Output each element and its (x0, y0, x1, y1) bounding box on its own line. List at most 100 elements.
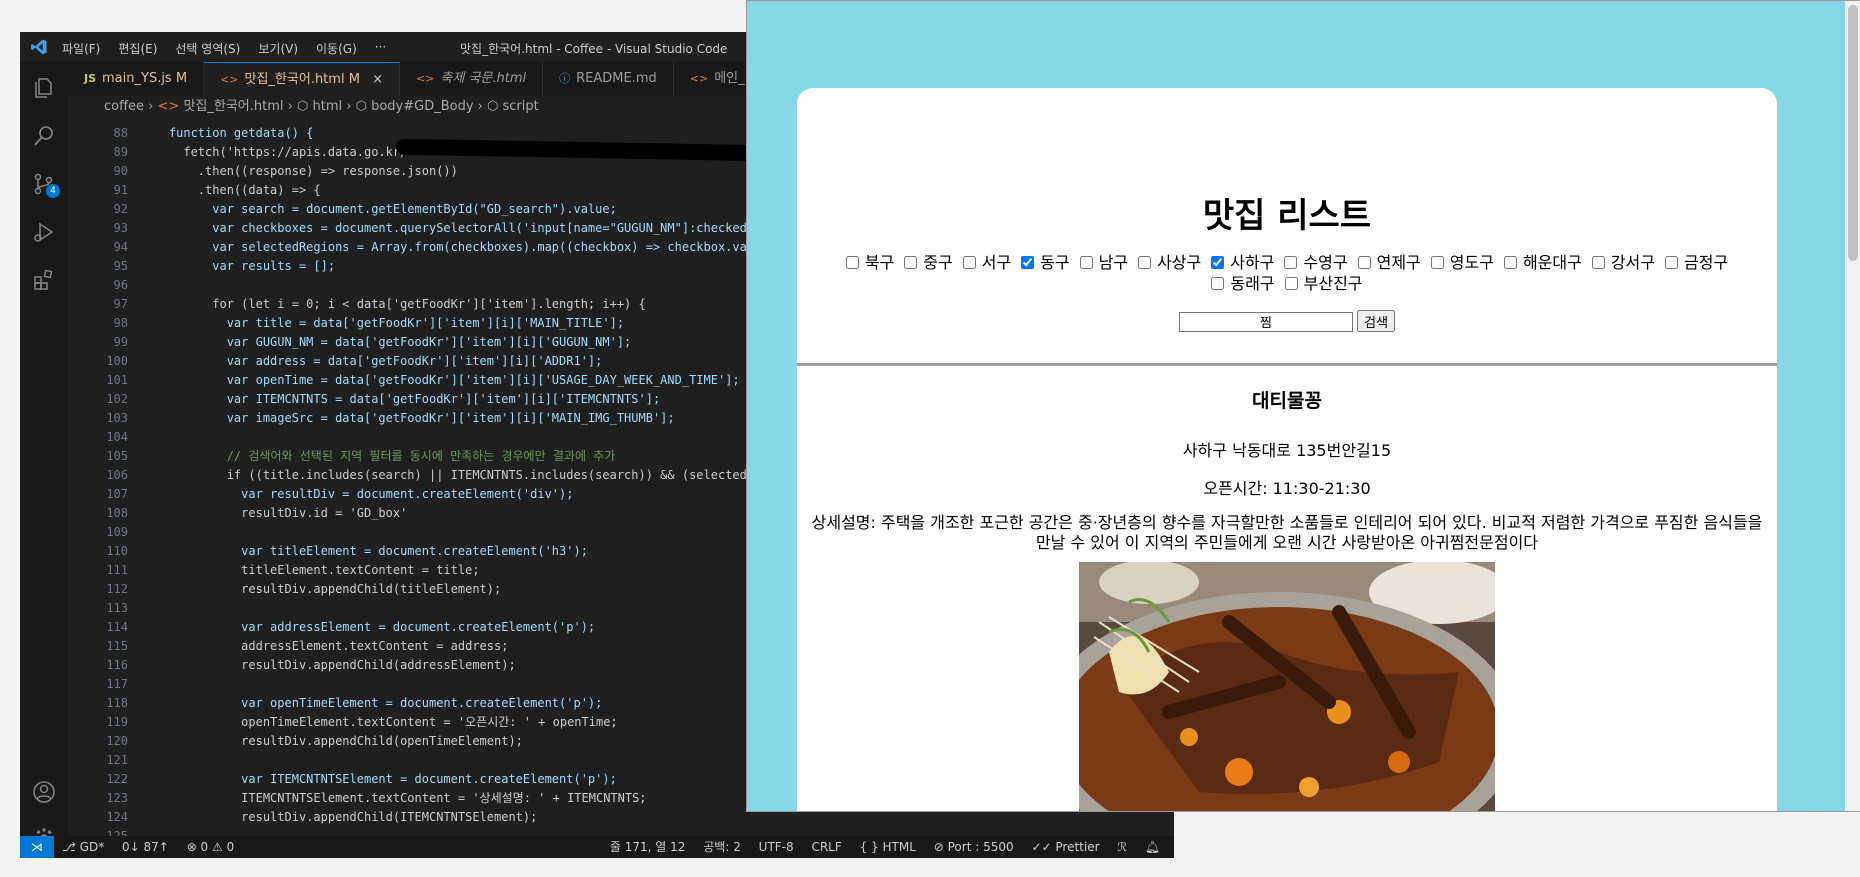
cursor-position[interactable]: 줄 171, 열 12 (610, 840, 686, 854)
region-checkbox-item[interactable]: 영도구 (1430, 252, 1494, 273)
region-checkbox[interactable] (1284, 256, 1298, 269)
region-checkbox[interactable] (1665, 256, 1678, 269)
region-checkbox-item[interactable]: 중구 (904, 252, 953, 273)
breadcrumb-item[interactable]: 맛집_한국어.html (183, 99, 283, 114)
tab-readme[interactable]: ⓘ README.md (543, 62, 674, 96)
region-checkbox[interactable] (1430, 256, 1444, 269)
search-input[interactable] (1178, 311, 1353, 332)
menu-file[interactable]: 파일(F) (62, 40, 100, 57)
end-of-line[interactable]: CRLF (811, 840, 841, 854)
region-label: 영도구 (1449, 253, 1494, 272)
branch-indicator[interactable]: ⎇ GD* (62, 840, 104, 854)
region-checkbox[interactable] (904, 256, 918, 269)
region-checkbox-item[interactable]: 서구 (962, 252, 1011, 273)
region-checkbox[interactable] (1284, 277, 1298, 290)
menu-selection[interactable]: 선택 영역(S) (175, 40, 240, 57)
remote-indicator-icon[interactable]: ⋊ (20, 836, 54, 858)
close-icon[interactable]: × (372, 72, 383, 87)
region-checkbox[interactable] (1357, 256, 1371, 269)
region-checkbox[interactable] (845, 256, 859, 269)
region-label: 수영구 (1303, 253, 1348, 272)
extensions-icon[interactable] (32, 268, 56, 292)
code-text: var title = data['getFoodKr']['item'][i]… (140, 316, 625, 330)
code-text: var search = document.getElementById("GD… (140, 202, 617, 216)
search-icon[interactable] (32, 124, 56, 148)
menu-view[interactable]: 보기(V) (258, 40, 298, 57)
sync-indicator[interactable]: 0↓ 87↑ (122, 840, 169, 854)
tab-label: 메인_ (714, 71, 745, 86)
restaurant-title: 대티물꽁 (1252, 390, 1322, 412)
tab-label: 맛집_한국어.html (244, 72, 345, 87)
indentation[interactable]: 공백: 2 (703, 840, 741, 854)
region-label: 동래구 (1230, 274, 1275, 293)
language-mode[interactable]: { } HTML (860, 840, 916, 854)
source-control-icon[interactable]: 4 (32, 172, 60, 198)
language-label: HTML (882, 840, 916, 854)
tab-main-ys-js[interactable]: JS main_YS.js M (68, 62, 205, 96)
region-checkbox-item[interactable]: 동래구 (1211, 273, 1275, 294)
notifications-bell-icon[interactable]: 🔔︎ (1145, 840, 1160, 854)
content-card: 맛집 리스트 북구 중구 서구 동구 남구 사상구 사하구 수영구 연제구 영도구 해운대구 강서구 금… (797, 88, 1777, 811)
browser-window: 맛집 리스트 북구 중구 서구 동구 남구 사상구 사하구 수영구 연제구 영도구 해운대구 강서구 금… (746, 0, 1860, 812)
code-text: var addressElement = document.createElem… (140, 620, 596, 634)
region-checkbox[interactable] (1591, 256, 1605, 269)
prettier-status[interactable]: ✓✓ Prettier (1031, 840, 1099, 854)
tab-matjip-html[interactable]: <> 맛집_한국어.html M × (204, 62, 400, 97)
region-checkbox-item[interactable]: 해운대구 (1503, 252, 1582, 273)
region-checkbox[interactable] (1211, 277, 1225, 290)
code-text: var results = []; (140, 259, 336, 273)
search-row: 검색 (797, 310, 1777, 332)
modified-indicator: M (348, 72, 360, 87)
code-text: // 검색어와 선택된 지역 필터를 동시에 만족하는 경우에만 결과에 추가 (140, 449, 616, 463)
region-checkbox[interactable] (1079, 256, 1093, 269)
code-text: var ITEMCNTNTSElement = document.createE… (140, 772, 617, 786)
tab-festival-html[interactable]: <> 축제 국문.html (400, 62, 544, 96)
restaurant-image (1079, 562, 1495, 811)
menu-edit[interactable]: 편집(E) (118, 40, 157, 57)
code-text: resultDiv.appendChild(addressElement); (140, 658, 516, 672)
region-checkbox-item[interactable]: 사하구 (1211, 252, 1274, 273)
region-checkbox[interactable] (1138, 256, 1152, 269)
region-label: 북구 (864, 253, 895, 272)
search-button[interactable]: 검색 (1357, 310, 1396, 332)
line-number: 99 (113, 335, 128, 349)
region-checkbox-item[interactable]: 부산진구 (1284, 273, 1363, 294)
region-checkbox-item[interactable]: 금정구 (1665, 252, 1728, 273)
region-checkbox-item[interactable]: 동구 (1021, 252, 1070, 273)
region-checkbox-item[interactable]: 북구 (845, 252, 895, 273)
region-checkbox[interactable] (1211, 256, 1225, 269)
breadcrumb-item[interactable]: script (503, 99, 539, 114)
region-checkbox-item[interactable]: 강서구 (1591, 252, 1655, 273)
region-checkbox-item[interactable]: 사상구 (1138, 252, 1201, 273)
menu-go[interactable]: 이동(G) (316, 40, 357, 57)
menu-more[interactable]: ··· (375, 40, 386, 57)
run-debug-icon[interactable] (32, 220, 56, 244)
encoding[interactable]: UTF-8 (759, 840, 794, 854)
line-number: 113 (106, 601, 128, 615)
line-number: 123 (106, 791, 128, 805)
breadcrumb-item[interactable]: html (312, 99, 342, 114)
breadcrumb-item[interactable]: coffee (104, 99, 144, 114)
region-checkbox[interactable] (1503, 256, 1517, 269)
line-number: 101 (106, 373, 128, 387)
scrollbar-thumb[interactable] (1848, 5, 1858, 261)
region-checkbox-item[interactable]: 수영구 (1284, 252, 1348, 273)
code-text: openTimeElement.textContent = '오픈시간: ' +… (140, 715, 618, 729)
explorer-icon[interactable] (32, 76, 56, 100)
live-server-port[interactable]: ⊘ Port : 5500 (934, 840, 1014, 854)
page-scrollbar[interactable] (1845, 1, 1860, 811)
line-number: 120 (106, 734, 128, 748)
region-checkbox[interactable] (962, 256, 976, 269)
region-checkbox-item[interactable]: 남구 (1079, 252, 1128, 273)
breadcrumb-item[interactable]: body#GD_Body (371, 99, 473, 114)
region-checkbox-item[interactable]: 연제구 (1357, 252, 1421, 273)
line-number: 116 (106, 658, 128, 672)
code-text: fetch('https://apis.data.go.kr/ (140, 145, 408, 159)
code-text: var ITEMCNTNTS = data['getFoodKr']['item… (140, 392, 661, 406)
problems-indicator[interactable]: ⊗ 0 ⚠ 0 (187, 840, 235, 854)
account-icon[interactable] (32, 780, 56, 804)
feedback-icon[interactable]: ℛ (1117, 840, 1127, 854)
region-checkbox[interactable] (1021, 256, 1035, 269)
line-number: 104 (106, 430, 128, 444)
tab-label: 축제 국문.html (440, 71, 527, 86)
